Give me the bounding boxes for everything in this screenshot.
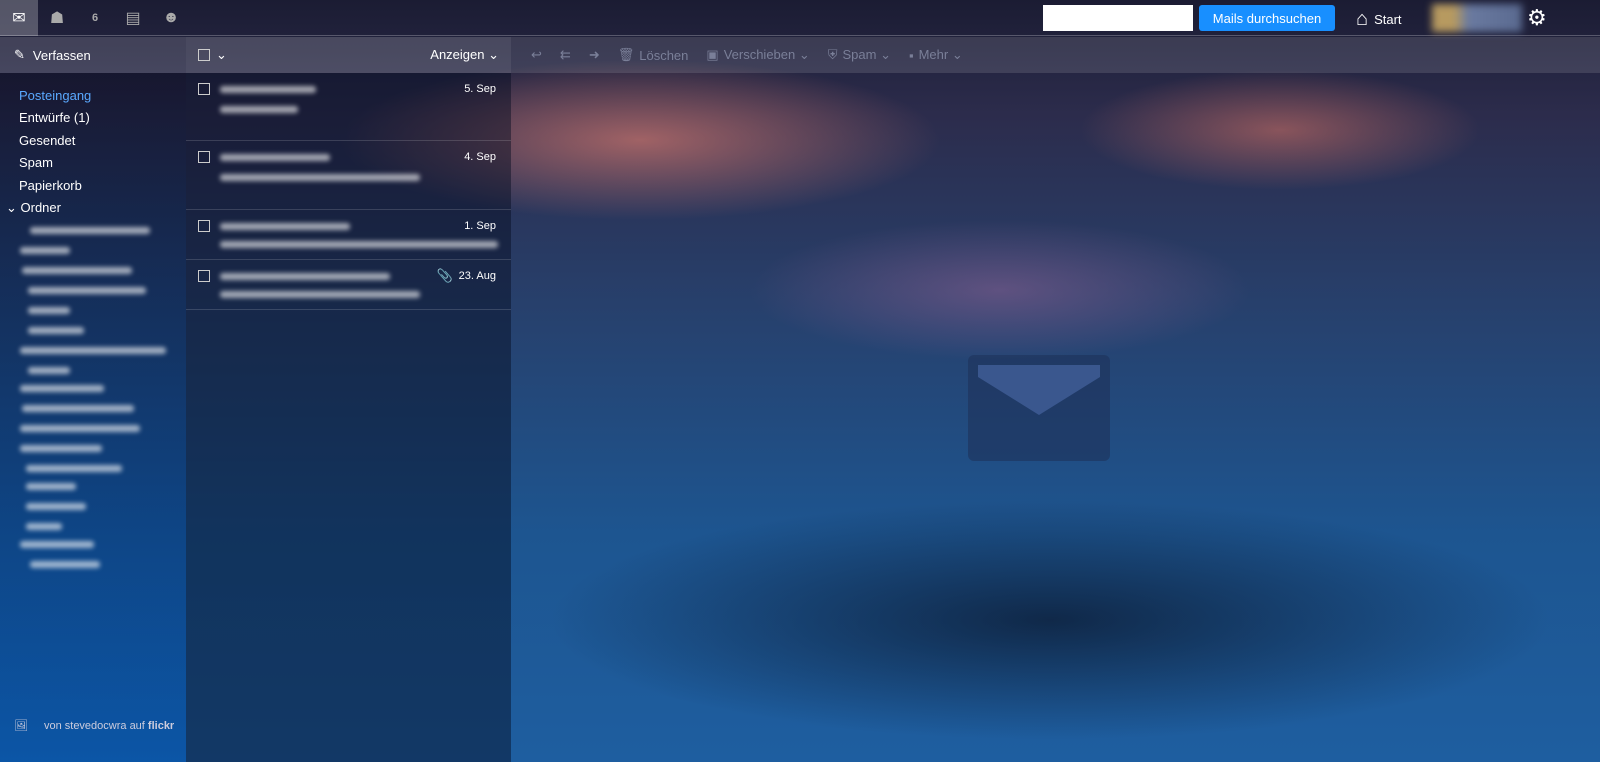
contacts-icon[interactable]: ☗ [38, 0, 76, 36]
chevron-down-icon: ⌄ [6, 200, 21, 215]
folder-item[interactable] [20, 347, 166, 354]
folder-item[interactable] [28, 307, 70, 314]
spam-button[interactable]: ⛨ Spam ⌄ [828, 47, 891, 63]
folder-item[interactable] [30, 561, 100, 568]
folder-item[interactable] [30, 227, 150, 234]
message-date: 4. Sep [464, 151, 496, 163]
gear-icon[interactable]: ⚙ [1527, 5, 1547, 31]
envelope-icon [968, 355, 1110, 461]
message-date: 1. Sep [464, 220, 496, 232]
message-row[interactable]: 5. Sep [186, 73, 511, 141]
message-date: 23. Aug [458, 270, 496, 282]
flickr-logo: flickr [147, 719, 175, 732]
folders-toggle[interactable]: ⌄ Ordner [6, 200, 61, 216]
notepad-icon[interactable]: ▤ [114, 0, 152, 36]
messenger-icon[interactable]: ☻ [152, 0, 190, 36]
folder-item[interactable] [26, 523, 62, 530]
top-bar: ✉ ☗ 6 ▤ ☻ Mails durchsuchen ⌂ Start ⚙ [0, 0, 1600, 36]
folder-item[interactable] [28, 327, 84, 334]
folder-item[interactable] [22, 405, 134, 412]
image-icon: 🖼 [14, 720, 28, 732]
move-button[interactable]: ▣ Verschieben ⌄ [706, 47, 809, 63]
toolbar: ↩ ⇇ ➜ 🗑 Löschen ▣ Verschieben ⌄ ⛨ Spam ⌄ ▪ M… [511, 37, 1600, 73]
folder-drafts[interactable]: Entwürfe (1) [19, 110, 90, 125]
folder-inbox[interactable]: Posteingang [19, 88, 91, 103]
compose-label: Verfassen [32, 47, 91, 63]
credit-text: von stevedocwra auf [43, 719, 145, 732]
select-all-checkbox[interactable] [198, 49, 210, 61]
reply-all-icon[interactable]: ⇇ [560, 47, 571, 63]
pencil-icon: ✎ [14, 47, 25, 62]
more-label: Mehr ⌄ [918, 47, 963, 62]
folder-item[interactable] [20, 541, 94, 548]
calendar-icon[interactable]: 6 [76, 0, 114, 36]
avatar[interactable] [1432, 4, 1522, 32]
delete-button[interactable]: 🗑 Löschen [618, 47, 689, 63]
message-checkbox[interactable] [198, 220, 210, 232]
message-checkbox[interactable] [198, 83, 210, 95]
start-label: Start [1374, 12, 1402, 27]
folder-sent[interactable]: Gesendet [19, 133, 75, 148]
more-button[interactable]: ▪ Mehr ⌄ [909, 47, 963, 63]
message-list: 5. Sep 4. Sep 1. Sep 📎 23. Aug [186, 73, 511, 762]
start-link[interactable]: ⌂ Start [1356, 8, 1402, 31]
message-checkbox[interactable] [198, 151, 210, 163]
search-input[interactable] [1043, 5, 1193, 31]
message-row[interactable]: 4. Sep [186, 141, 511, 210]
spam-label: Spam ⌄ [842, 47, 891, 62]
mail-icon[interactable]: ✉ [0, 0, 38, 36]
folder-item[interactable] [20, 247, 70, 254]
paperclip-icon: 📎 [436, 268, 453, 283]
compose-button[interactable]: ✎ Verfassen [0, 37, 186, 73]
folder-item[interactable] [26, 465, 122, 472]
view-dropdown[interactable]: Anzeigen ⌄ [430, 47, 499, 63]
folders-label: Ordner [20, 200, 61, 215]
home-icon: ⌂ [1356, 8, 1369, 30]
message-row[interactable]: 📎 23. Aug [186, 260, 511, 310]
folder-item[interactable] [26, 503, 86, 510]
folder-item[interactable] [20, 385, 104, 392]
message-checkbox[interactable] [198, 270, 210, 282]
forward-icon[interactable]: ➜ [589, 47, 600, 63]
folder-item[interactable] [22, 267, 132, 274]
delete-label: Löschen [639, 47, 689, 63]
reply-icon[interactable]: ↩ [531, 47, 542, 63]
chevron-down-icon[interactable]: ⌄ [216, 47, 227, 63]
search-mail-button[interactable]: Mails durchsuchen [1199, 5, 1335, 31]
folder-item[interactable] [20, 425, 140, 432]
move-label: Verschieben ⌄ [723, 47, 810, 62]
folder-trash[interactable]: Papierkorb [19, 178, 82, 193]
message-row[interactable]: 1. Sep [186, 210, 511, 260]
list-header: ⌄ Anzeigen ⌄ [186, 37, 511, 73]
folder-item[interactable] [20, 445, 102, 452]
folder-item[interactable] [28, 287, 146, 294]
folder-item[interactable] [28, 367, 70, 374]
folder-spam[interactable]: Spam [19, 155, 53, 170]
message-date: 5. Sep [464, 83, 496, 95]
sidebar: Posteingang Entwürfe (1) Gesendet Spam P… [0, 73, 186, 762]
folder-item[interactable] [26, 483, 76, 490]
background-credit[interactable]: 🖼 von stevedocwra auf flickr [14, 719, 175, 733]
